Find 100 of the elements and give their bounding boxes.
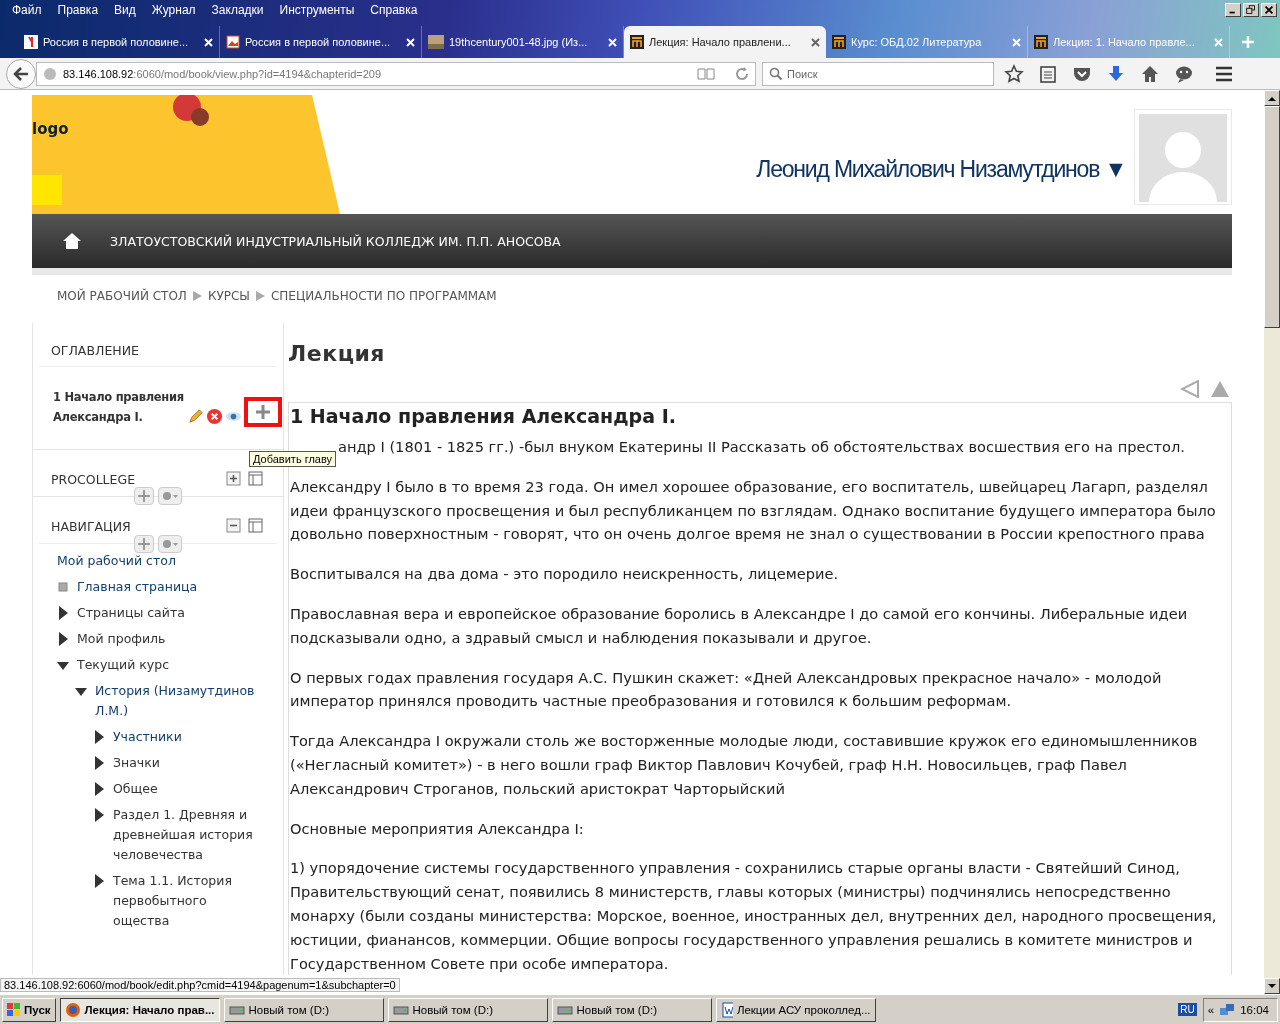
reload-icon[interactable] [735,66,749,81]
breadcrumb-link[interactable]: СПЕЦИАЛЬНОСТИ ПО ПРОГРАММАМ [270,289,497,303]
network-icon[interactable] [1219,1001,1236,1018]
windows-logo-icon [7,1002,21,1017]
paragraph: Воспитывался на два дома - это породило неискренность, лицемерие. [290,564,840,585]
drive-icon [228,1003,245,1016]
tray-toggle[interactable]: « [1207,1003,1215,1016]
nav-item[interactable]: Страницы сайта [77,603,267,623]
nav-item[interactable]: Общее [113,779,263,799]
home-icon[interactable] [1140,63,1160,84]
nav-link[interactable]: История (Низамутдинов Л.М.) [95,681,265,721]
block-title: PROCOLLEGE [51,471,137,487]
site-title[interactable]: ЗЛАТОУСТОВСКИЙ ИНДУСТРИАЛЬНЫЙ КОЛЛЕДЖ ИМ. П.П. АНОСОВА [110,233,561,249]
browser-tab[interactable]: Лекция: Начало правлени... [624,26,826,58]
close-button[interactable] [1261,3,1277,17]
logo-text: logo [32,120,69,138]
search-field[interactable]: Поиск [762,61,994,86]
chapter-link[interactable]: 1 Начало правления Александра I. [53,387,185,427]
paragraph: 1) упорядочение системы государственного управления - сохранились старые органы власти - Святейший Синод, Правительствующий сенат, появились 8 министерств, главы которых (министры) подчинялись непосредственно монарху (были созданы министерства: Морское, военное, иностранных дел, внутренних дел, народного просвещения, юстиции, фианансов, коммерции. Общие вопросы государственного управления решались в комитете министров и Государственном Совете при особе императора. [290,858,1218,974]
delete-icon[interactable] [206,408,223,425]
expanded-arrow-icon[interactable] [57,661,69,671]
taskbar-button[interactable]: Новый том (D:) [551,997,712,1022]
nav-link[interactable]: Участники [113,727,263,747]
taskbar-button[interactable]: Лекции АСУ проколлед... [715,997,876,1022]
collapsed-arrow-icon[interactable] [95,756,104,770]
clock: 16:04 [1240,1003,1269,1016]
paragraph: О первых годах правления государя А.С. Пушкин скажет: «Дней Александровых прекрасное начало» - молодой император принялся проводить частные преобразования и готовился к большим реформам. [290,667,1163,712]
list-icon[interactable] [1038,63,1058,84]
add-chapter-button[interactable] [244,397,282,427]
scroll-up-icon[interactable] [1268,95,1276,101]
collapsed-arrow-icon[interactable] [95,782,104,796]
breadcrumb-link[interactable]: МОЙ РАБОЧИЙ СТОЛ [57,289,187,303]
plus-icon[interactable] [255,404,271,420]
collapsed-arrow-icon[interactable] [59,606,68,620]
drive-icon [556,1003,573,1016]
image-icon [226,35,240,49]
collapsed-arrow-icon[interactable] [95,874,104,888]
status-url: 83.146.108.92:6060/mod/book/edit.php?cmid=4194&pagenum=1&subchapter=0 [0,978,400,992]
collapsed-arrow-icon[interactable] [59,632,68,646]
scroll-thumb[interactable] [1264,106,1280,328]
nav-item[interactable]: Раздел 1. Древняя и древнейшая история человечества [113,805,263,865]
separator-icon [192,291,202,301]
restore-button[interactable] [1243,3,1259,17]
breadcrumb-link[interactable]: КУРСЫ [207,289,250,303]
document-icon [720,1001,733,1018]
menu-item[interactable]: Инструменты [271,3,363,17]
paragraph: андр I (1801 - 1825 гг.) -был внуком Екатерины II Рассказать об обстоятельствах восшествия его на престол. [337,437,1186,457]
nav-item[interactable]: Значки [113,753,263,773]
paragraph: Тогда Александра I окружали столь же восторженные молодые люди, составившие кружок его единомышленников («Негласный комитет») - в него вошли граф Виктор Павлович Кочубей, граф Н.Н. Новосильцев, граф Павел Александрович Строганов, польский аристократ Чарторыйский [290,731,1199,799]
scrollbar[interactable] [1264,90,1280,994]
collapsed-arrow-icon[interactable] [95,808,104,822]
separator-icon [255,291,265,301]
menu-item[interactable]: Файл [4,3,50,17]
firefox-icon [64,1001,81,1018]
menu-item[interactable]: Журнал [143,3,204,17]
menu-item[interactable]: Вид [106,3,144,17]
menu-item[interactable]: Справка [362,3,426,17]
nav-link[interactable]: Мой рабочий стол [57,551,247,571]
yandex-logo-icon [24,35,38,49]
start-button[interactable]: Пуск [2,997,56,1022]
block-title: ОГЛАВЛЕНИЕ [51,343,140,358]
nav-item[interactable]: Текущий курс [77,655,267,675]
taskbar-button[interactable]: Новый том (D:) [223,997,384,1022]
user-menu[interactable]: Леонид Михайлович Низамутдинов ▼ [756,156,1126,183]
dock-icon[interactable] [247,470,265,488]
block-title: НАВИГАЦИЯ [51,518,132,534]
taskbar-button[interactable]: Лекция: Начало прав... [59,997,220,1022]
collapsed-arrow-icon[interactable] [95,730,104,744]
scroll-down-icon[interactable] [1268,983,1276,989]
nav-item[interactable]: Тема 1.1. История первобытного ощества [113,871,263,931]
drive-icon [392,1003,409,1016]
moodle-logo-icon [630,35,644,49]
back-arrow-icon[interactable] [13,66,29,81]
star-icon[interactable] [1004,63,1024,84]
moodle-logo-icon [1034,35,1048,49]
back-button[interactable] [6,58,36,89]
pencil-icon[interactable] [187,408,204,425]
search-icon [769,66,783,81]
address-field[interactable]: 83.146.108.92:6060/mod/book/view.php?id=4194&chapterid=209 [36,61,756,86]
language-indicator[interactable]: RU [1178,1003,1197,1016]
paragraph: Основные мероприятия Александра I: [290,818,585,839]
menu-item[interactable]: Правка [49,3,107,17]
painting-thumbnail-icon [428,35,444,49]
chapter-title: 1 Начало правления Александра I. [290,405,677,427]
nav-link[interactable]: Главная страница [77,577,267,597]
dock-icon[interactable] [247,517,265,535]
nav-item[interactable]: Мой профиль [77,629,267,649]
paragraph: Православная вера и европейское образование боролись в Александре I до самой его кончины. Либеральные идеи подсказывали одно, а здравый смысл и наблюдения показывали и другое. [290,604,1189,648]
page-title: Лекция [288,341,386,366]
paragraph: Александру I было в то время 23 года. Он имел хорошее образование, его воспитатель, швейцарец Лагарп, разделял идеи французского просвещения и был республиканцем по взглядам. Однако воспитание будущего императора было довольно поверхностным - говорят, что он очень долгое время не знал о существовании в России крепостного права [290,476,1217,545]
home-icon[interactable] [62,232,82,250]
taskbar-button[interactable]: Новый том (D:) [387,997,548,1022]
bullet-icon [57,581,69,593]
expanded-arrow-icon[interactable] [75,687,87,697]
expand-icon[interactable] [225,470,243,488]
moodle-logo-icon [832,35,846,49]
tooltip: Добавить главу [249,451,337,467]
menu-item[interactable]: Закладки [203,3,272,17]
collapse-icon[interactable] [225,517,243,535]
minimize-button[interactable] [1225,3,1241,17]
